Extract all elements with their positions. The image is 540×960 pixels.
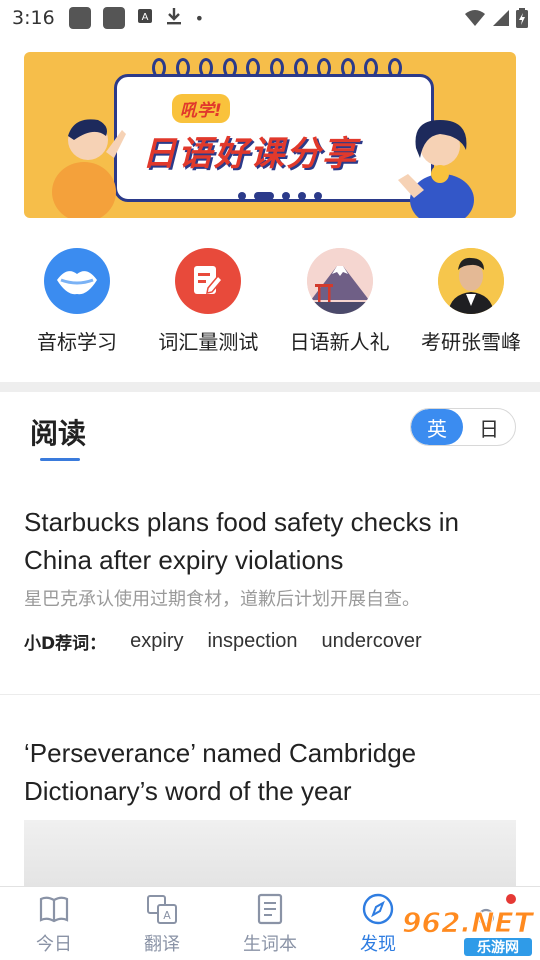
article-card[interactable]: ‘Perseverance’ named Cambridge Dictionar…: [24, 734, 516, 810]
recommended-words: 小D荐词： expiry inspection undercover: [24, 629, 516, 654]
tab-label: 生词本: [243, 933, 297, 955]
reading-heading: 阅读: [30, 417, 87, 450]
signal-icon: [493, 10, 509, 26]
mount-fuji-icon: [306, 248, 373, 314]
promo-banner[interactable]: 吼学! 日语好课分享: [24, 52, 516, 218]
translate-icon: A: [147, 894, 177, 924]
banner-boy-illustration: [52, 119, 126, 218]
status-bar: 3:16 A •: [0, 0, 540, 36]
svg-text:A: A: [141, 12, 148, 23]
keyword-item[interactable]: undercover: [322, 630, 422, 653]
status-time: 3:16: [12, 7, 55, 29]
quick-link-label: 词汇量测试: [158, 330, 259, 354]
tab-translate[interactable]: A 翻译: [108, 887, 216, 960]
language-toggle[interactable]: 英 日: [410, 408, 516, 446]
book-icon: [39, 896, 69, 922]
tab-label: 翻译: [144, 933, 180, 955]
tab-label: 今日: [36, 933, 72, 955]
quick-link-japanese-gift[interactable]: 日语新人礼: [285, 248, 395, 355]
banner-headline: 日语好课分享: [142, 134, 358, 174]
notification-dot: •: [194, 8, 205, 28]
banner-girl-illustration: [398, 120, 474, 218]
toggle-english[interactable]: 英: [411, 409, 463, 445]
download-icon: [165, 6, 183, 30]
notification-app-icon: [102, 7, 125, 29]
reading-heading-underline: [40, 458, 80, 461]
svg-text:A: A: [163, 909, 171, 922]
tab-label: 发现: [360, 933, 396, 955]
article-thumbnail[interactable]: [24, 820, 516, 886]
article-separator: [0, 694, 540, 695]
compass-icon: [362, 893, 394, 924]
phonetic-lips-icon: [44, 248, 110, 314]
banner-tag: 吼学!: [172, 94, 230, 123]
quick-link-phonetics[interactable]: 音标学习: [22, 248, 132, 355]
article-title[interactable]: Starbucks plans food safety checks in Ch…: [24, 503, 516, 579]
wifi-icon: [465, 10, 485, 26]
tab-vocabulary[interactable]: 生词本: [216, 887, 324, 960]
article-card[interactable]: Starbucks plans food safety checks in Ch…: [24, 503, 516, 654]
quick-links: 音标学习 词汇量测试 日语新人礼 考研张雪峰: [0, 248, 540, 355]
notification-text-icon: A: [137, 8, 153, 28]
quick-link-label: 考研张雪峰: [420, 330, 521, 354]
quick-link-vocab-test[interactable]: 词汇量测试: [153, 248, 263, 355]
quick-link-kaoyan-teacher[interactable]: 考研张雪峰: [416, 248, 526, 355]
watermark-subtext: 乐游网: [477, 939, 519, 956]
banner-pager: [238, 192, 322, 200]
tab-today[interactable]: 今日: [0, 887, 108, 960]
section-divider: [0, 382, 540, 392]
notification-app-icon: [68, 7, 91, 29]
keywords-label: 小D荐词：: [24, 634, 107, 654]
quick-link-label: 音标学习: [37, 330, 117, 354]
banner-rings: [152, 58, 402, 88]
article-title[interactable]: ‘Perseverance’ named Cambridge Dictionar…: [24, 734, 516, 810]
keyword-item[interactable]: expiry: [130, 630, 183, 653]
toggle-japanese[interactable]: 日: [463, 409, 515, 445]
teacher-avatar: [437, 248, 504, 314]
battery-icon: [516, 8, 528, 28]
article-subtitle: 星巴克承认使用过期食材，道歉后计划开展自查。: [24, 589, 420, 610]
notebook-icon: [257, 893, 283, 924]
watermark-text: 962.NET: [402, 906, 534, 939]
site-watermark-logo: 962.NET 乐游网: [402, 906, 534, 956]
vocab-test-icon: [175, 248, 242, 314]
quick-link-label: 日语新人礼: [289, 330, 390, 354]
keyword-item[interactable]: inspection: [207, 630, 297, 653]
